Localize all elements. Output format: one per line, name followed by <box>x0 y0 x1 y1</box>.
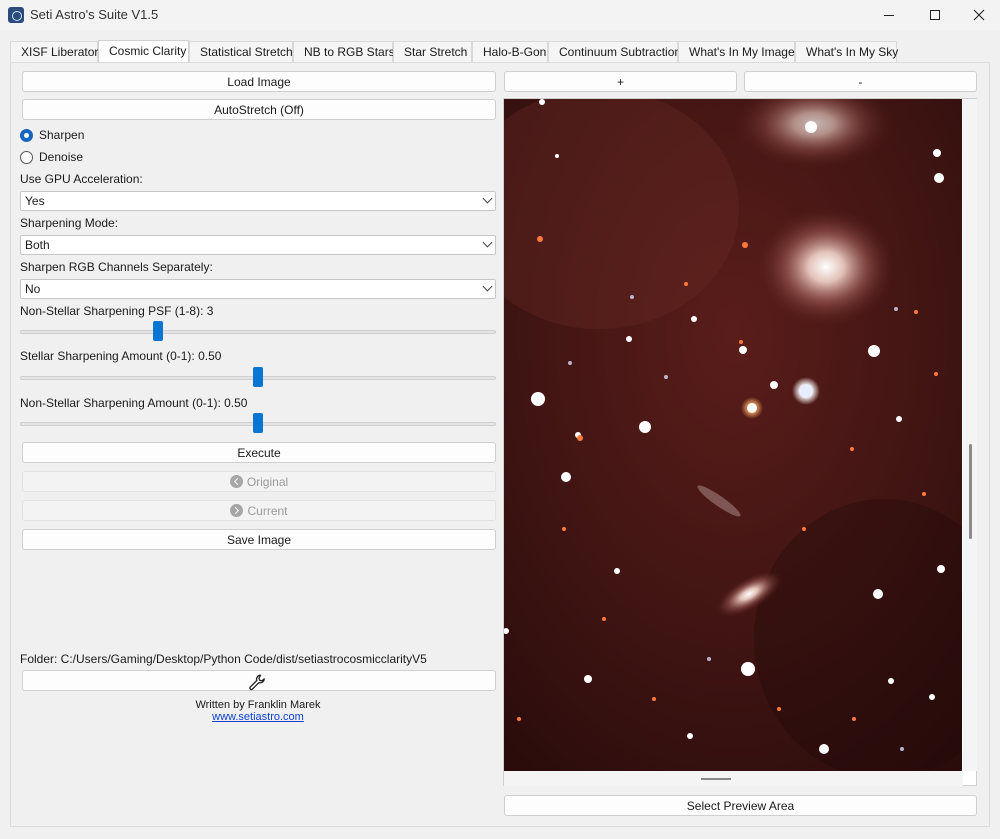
tab-halo-b-gon[interactable]: Halo-B-Gon <box>472 41 548 62</box>
vertical-scroll-thumb[interactable] <box>969 444 972 539</box>
close-button[interactable] <box>956 0 1000 30</box>
tab-xisf-liberator[interactable]: XISF Liberator <box>10 41 98 62</box>
website-link[interactable]: www.setiastro.com <box>158 711 358 723</box>
back-arrow-icon <box>229 475 243 488</box>
autostretch-button[interactable]: AutoStretch (Off) <box>22 99 496 120</box>
radio-checked-icon <box>20 128 33 142</box>
wrench-icon <box>249 674 265 691</box>
stellar-amount-slider[interactable] <box>20 367 496 389</box>
select-preview-area-button[interactable]: Select Preview Area <box>504 795 977 816</box>
rgb-separate-value: No <box>25 282 41 296</box>
preview-vertical-scrollbar[interactable] <box>963 99 977 771</box>
tab-cosmic-clarity[interactable]: Cosmic Clarity <box>98 40 189 63</box>
slider-track <box>20 330 496 334</box>
tab-statistical-stretch[interactable]: Statistical Stretch <box>189 41 293 62</box>
original-button-label: Original <box>246 474 289 489</box>
sharpen-radio-label: Sharpen <box>39 128 85 142</box>
psf-label: Non-Stellar Sharpening PSF (1-8): 3 <box>20 304 214 318</box>
tab-whats-in-my-sky[interactable]: What's In My Sky <box>795 41 898 62</box>
psf-slider[interactable] <box>20 321 496 343</box>
tab-whats-in-my-image[interactable]: What's In My Image <box>678 41 795 62</box>
zoom-out-button[interactable]: - <box>744 71 977 92</box>
save-image-button[interactable]: Save Image <box>22 529 496 550</box>
forward-arrow-icon <box>230 504 244 517</box>
rgb-separate-label: Sharpen RGB Channels Separately: <box>20 260 213 274</box>
current-button-label: Current <box>247 503 288 518</box>
minimize-icon <box>884 14 894 16</box>
sharpening-mode-value: Both <box>25 238 50 252</box>
tab-star-stretch[interactable]: Star Stretch <box>393 41 472 62</box>
stellar-amount-label: Stellar Sharpening Amount (0-1): 0.50 <box>20 349 222 363</box>
nonstellar-amount-label: Non-Stellar Sharpening Amount (0-1): 0.5… <box>20 396 248 410</box>
tab-bar: XISF Liberator Cosmic Clarity Statistica… <box>10 40 990 63</box>
sharpening-mode-select[interactable]: Both <box>20 235 496 255</box>
slider-handle[interactable] <box>153 321 164 341</box>
execute-button[interactable]: Execute <box>22 442 496 463</box>
folder-path-label: Folder: C:/Users/Gaming/Desktop/Python C… <box>20 652 427 666</box>
radio-unchecked-icon <box>20 150 33 164</box>
slider-handle[interactable] <box>253 367 263 387</box>
sharpening-mode-label: Sharpening Mode: <box>20 216 119 230</box>
chevron-down-icon <box>482 237 493 248</box>
preview-horizontal-scrollbar[interactable] <box>504 771 963 786</box>
current-button[interactable]: Current <box>22 500 496 521</box>
tab-continuum-subtraction[interactable]: Continuum Subtraction <box>548 41 681 62</box>
tab-nb-to-rgb-stars[interactable]: NB to RGB Stars <box>293 41 395 62</box>
denoise-radio-label: Denoise <box>39 150 84 164</box>
window-title: Seti Astro's Suite V1.5 <box>30 7 159 22</box>
rgb-separate-select[interactable]: No <box>20 279 496 299</box>
load-image-button[interactable]: Load Image <box>22 71 496 92</box>
astro-image[interactable] <box>504 99 962 771</box>
chevron-down-icon <box>482 281 493 292</box>
gpu-select-value: Yes <box>25 194 45 208</box>
zoom-in-button[interactable]: + <box>504 71 737 92</box>
image-preview[interactable] <box>503 98 977 786</box>
maximize-button[interactable] <box>912 0 958 30</box>
gpu-select[interactable]: Yes <box>20 191 496 211</box>
credit-text: Written by Franklin Marek <box>195 699 321 711</box>
denoise-radio[interactable]: Denoise <box>20 150 83 164</box>
original-button[interactable]: Original <box>22 471 496 492</box>
status-bar <box>0 828 1000 839</box>
app-logo-icon <box>8 7 24 23</box>
gpu-label: Use GPU Acceleration: <box>20 172 143 186</box>
slider-handle[interactable] <box>253 413 263 433</box>
chevron-down-icon <box>482 193 493 204</box>
horizontal-scroll-thumb[interactable] <box>701 778 731 780</box>
close-icon <box>973 9 985 21</box>
sharpen-radio[interactable]: Sharpen <box>20 128 84 142</box>
nonstellar-amount-slider[interactable] <box>20 413 496 435</box>
maximize-icon <box>930 10 940 20</box>
minimize-button[interactable] <box>866 0 912 30</box>
title-bar: Seti Astro's Suite V1.5 <box>0 0 1000 30</box>
